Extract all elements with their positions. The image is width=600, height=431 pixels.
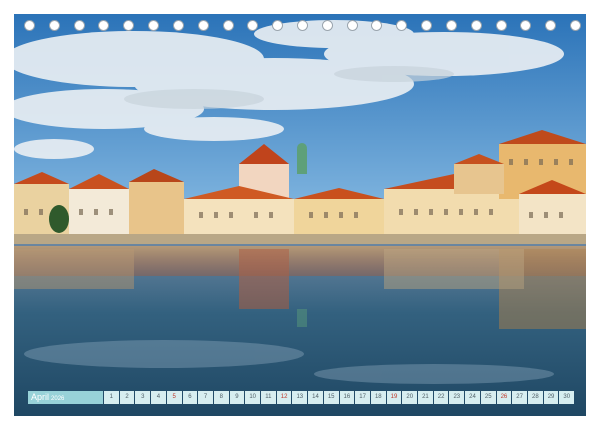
day-cell: 30 xyxy=(559,391,575,404)
day-cell: 13 xyxy=(292,391,308,404)
binding-hole xyxy=(123,20,135,31)
day-cell: 10 xyxy=(245,391,261,404)
day-cell: 8 xyxy=(213,391,229,404)
binding-hole xyxy=(396,20,408,31)
day-cell: 26 xyxy=(496,391,512,404)
binding-hole xyxy=(222,20,234,31)
day-cell: 12 xyxy=(276,391,292,404)
binding-hole xyxy=(346,20,358,31)
month-name: April xyxy=(31,392,50,402)
day-cell: 17 xyxy=(355,391,370,404)
day-cell: 18 xyxy=(370,391,386,404)
binding-hole xyxy=(371,20,383,31)
day-cell: 4 xyxy=(151,391,166,404)
calendar-strip: April 2026 1 2 3 4 5 6 7 8 9 10 11 12 13 14 15 16 17 18 19 2… xyxy=(28,391,575,404)
binding-hole xyxy=(297,20,308,31)
day-cell: 20 xyxy=(402,391,418,404)
day-cell: 11 xyxy=(261,391,276,404)
binding-hole xyxy=(321,20,333,31)
day-cell: 3 xyxy=(135,391,151,404)
day-cell: 28 xyxy=(527,391,543,404)
calendar-photo xyxy=(14,14,586,416)
day-cell: 29 xyxy=(543,391,559,404)
binding-holes xyxy=(20,20,581,34)
binding-hole xyxy=(24,20,35,31)
year-label: 2026 xyxy=(51,396,65,402)
binding-hole xyxy=(272,20,284,31)
riverside-town-image xyxy=(14,14,586,416)
day-cell: 9 xyxy=(229,391,245,404)
day-cell: 24 xyxy=(465,391,480,404)
day-cell: 16 xyxy=(339,391,355,404)
day-cell: 15 xyxy=(323,391,339,404)
binding-hole xyxy=(445,20,457,31)
binding-hole xyxy=(570,20,581,31)
binding-hole xyxy=(98,20,110,31)
binding-hole xyxy=(520,20,532,31)
day-cell: 2 xyxy=(119,391,135,404)
binding-hole xyxy=(421,20,433,31)
day-cell: 6 xyxy=(182,391,198,404)
binding-hole xyxy=(48,20,60,31)
day-cell: 19 xyxy=(386,391,402,404)
day-cells: 1 2 3 4 5 6 7 8 9 10 11 12 13 14 15 16 17 18 19 20 21 22 23 24 2… xyxy=(104,391,575,404)
binding-hole xyxy=(495,20,507,31)
binding-hole xyxy=(470,20,482,31)
day-cell: 1 xyxy=(104,391,119,404)
day-cell: 27 xyxy=(512,391,527,404)
binding-hole xyxy=(172,20,184,31)
binding-hole xyxy=(545,20,557,31)
day-cell: 23 xyxy=(449,391,465,404)
day-cell: 7 xyxy=(198,391,213,404)
day-cell: 5 xyxy=(166,391,182,404)
binding-hole xyxy=(73,20,85,31)
binding-hole xyxy=(148,20,160,31)
binding-hole xyxy=(247,20,259,31)
day-cell: 14 xyxy=(308,391,323,404)
day-cell: 22 xyxy=(433,391,449,404)
binding-hole xyxy=(197,20,209,31)
month-label: April 2026 xyxy=(28,391,103,404)
day-cell: 21 xyxy=(418,391,433,404)
day-cell: 25 xyxy=(480,391,496,404)
